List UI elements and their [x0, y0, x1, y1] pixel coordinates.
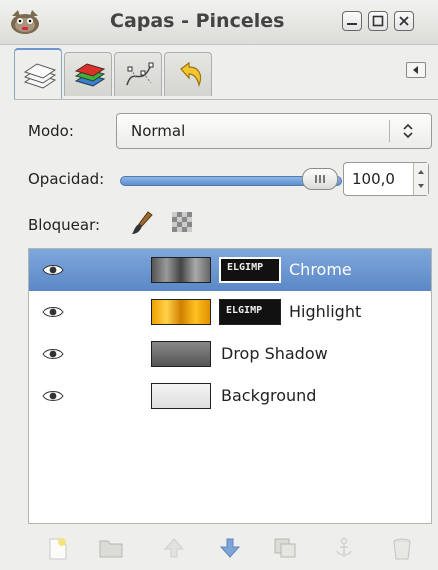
layer-name: Drop Shadow [221, 344, 328, 363]
title-bar: Capas - Pinceles [0, 0, 438, 45]
layer-thumbnail [151, 383, 211, 409]
layer-row-highlight[interactable]: ELGIMP Highlight [29, 291, 431, 333]
tab-layers[interactable] [14, 48, 62, 100]
layer-mask-thumbnail: ELGIMP [219, 257, 281, 283]
maximize-icon [372, 15, 384, 27]
layer-row-chrome[interactable]: ELGIMP Chrome [29, 249, 431, 291]
mode-select[interactable]: Normal [116, 113, 432, 149]
eye-icon[interactable] [41, 305, 65, 319]
layer-mask-thumbnail: ELGIMP [219, 299, 281, 325]
opacity-spinbox[interactable]: 100,0 [343, 162, 429, 196]
duplicate-layer-icon[interactable] [272, 536, 298, 560]
channels-icon [74, 63, 106, 87]
mask-text: ELGIMP [227, 262, 264, 273]
mode-value: Normal [131, 122, 186, 140]
panel-divider [14, 99, 438, 100]
layer-row-background[interactable]: Background [29, 375, 431, 417]
tab-menu-button[interactable] [406, 62, 426, 78]
eye-icon[interactable] [41, 347, 65, 361]
lock-label: Bloquear: [28, 216, 101, 234]
undo-history-icon [180, 61, 202, 87]
layer-name: Background [221, 386, 317, 405]
close-icon [399, 16, 409, 26]
tab-paths[interactable] [114, 52, 162, 96]
paths-icon [126, 62, 154, 86]
anchor-layer-icon[interactable] [332, 536, 356, 560]
raise-layer-icon[interactable] [162, 536, 186, 560]
eye-icon[interactable] [41, 263, 65, 277]
eye-icon[interactable] [41, 389, 65, 403]
tab-undo-history[interactable] [164, 52, 212, 96]
mask-text: ELGIMP [226, 305, 263, 316]
gimp-app-icon [11, 10, 39, 34]
new-layer-icon[interactable] [46, 536, 70, 562]
window-title: Capas - Pinceles [110, 10, 285, 32]
tab-channels[interactable] [64, 52, 112, 96]
layer-thumbnail [151, 341, 211, 367]
minimize-icon [347, 23, 357, 25]
layer-name: Chrome [289, 260, 352, 279]
maximize-button[interactable] [368, 11, 388, 31]
delete-layer-icon[interactable] [390, 536, 414, 562]
spin-arrows-icon [418, 170, 424, 188]
spin-buttons[interactable] [413, 163, 428, 195]
layer-row-drop-shadow[interactable]: Drop Shadow [29, 333, 431, 375]
combo-separator [389, 120, 390, 142]
up-down-arrows-icon [403, 123, 413, 139]
layer-thumbnail [151, 299, 211, 325]
mode-label: Modo: [28, 122, 74, 140]
layers-icon [23, 63, 57, 89]
lock-alpha-icon[interactable] [170, 210, 194, 234]
layer-list[interactable]: ELGIMP Chrome ELGIMP Highlight Drop Shad… [28, 248, 432, 524]
lower-layer-icon[interactable] [218, 536, 242, 560]
opacity-value: 100,0 [352, 170, 395, 188]
layer-name: Highlight [289, 302, 362, 321]
chevron-left-icon [413, 66, 418, 74]
lock-pixels-icon[interactable] [130, 210, 154, 236]
minimize-button[interactable] [342, 11, 362, 31]
opacity-slider-handle[interactable] [302, 168, 338, 190]
close-button[interactable] [394, 11, 414, 31]
layer-thumbnail [151, 257, 211, 283]
new-layer-group-icon[interactable] [98, 536, 124, 560]
opacity-label: Opacidad: [28, 170, 105, 188]
